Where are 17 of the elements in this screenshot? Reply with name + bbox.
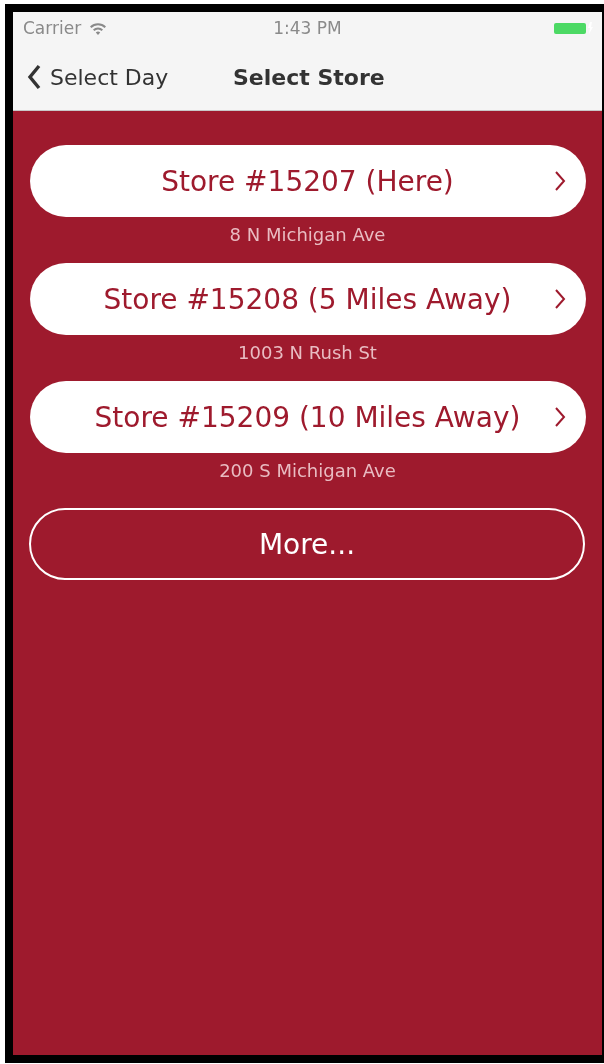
chevron-right-icon <box>553 406 566 428</box>
more-button[interactable]: More... <box>29 508 585 580</box>
status-time: 1:43 PM <box>273 18 342 38</box>
chevron-right-icon <box>553 288 566 310</box>
store-button[interactable]: Store #15207 (Here) <box>29 145 586 217</box>
carrier-name: Carrier <box>23 18 82 38</box>
battery-icon <box>554 21 594 35</box>
chevron-right-icon <box>553 170 566 192</box>
store-address: 1003 N Rush St <box>238 341 377 365</box>
store-address: 8 N Michigan Ave <box>229 223 386 247</box>
chevron-left-icon <box>27 64 41 90</box>
nav-title: Select Store <box>233 64 385 90</box>
store-button[interactable]: Store #15209 (10 Miles Away) <box>29 381 586 453</box>
store-address: 200 S Michigan Ave <box>219 459 396 483</box>
wifi-icon <box>89 21 108 35</box>
store-button[interactable]: Store #15208 (5 Miles Away) <box>29 263 586 335</box>
back-button[interactable]: Select Day <box>13 64 169 90</box>
